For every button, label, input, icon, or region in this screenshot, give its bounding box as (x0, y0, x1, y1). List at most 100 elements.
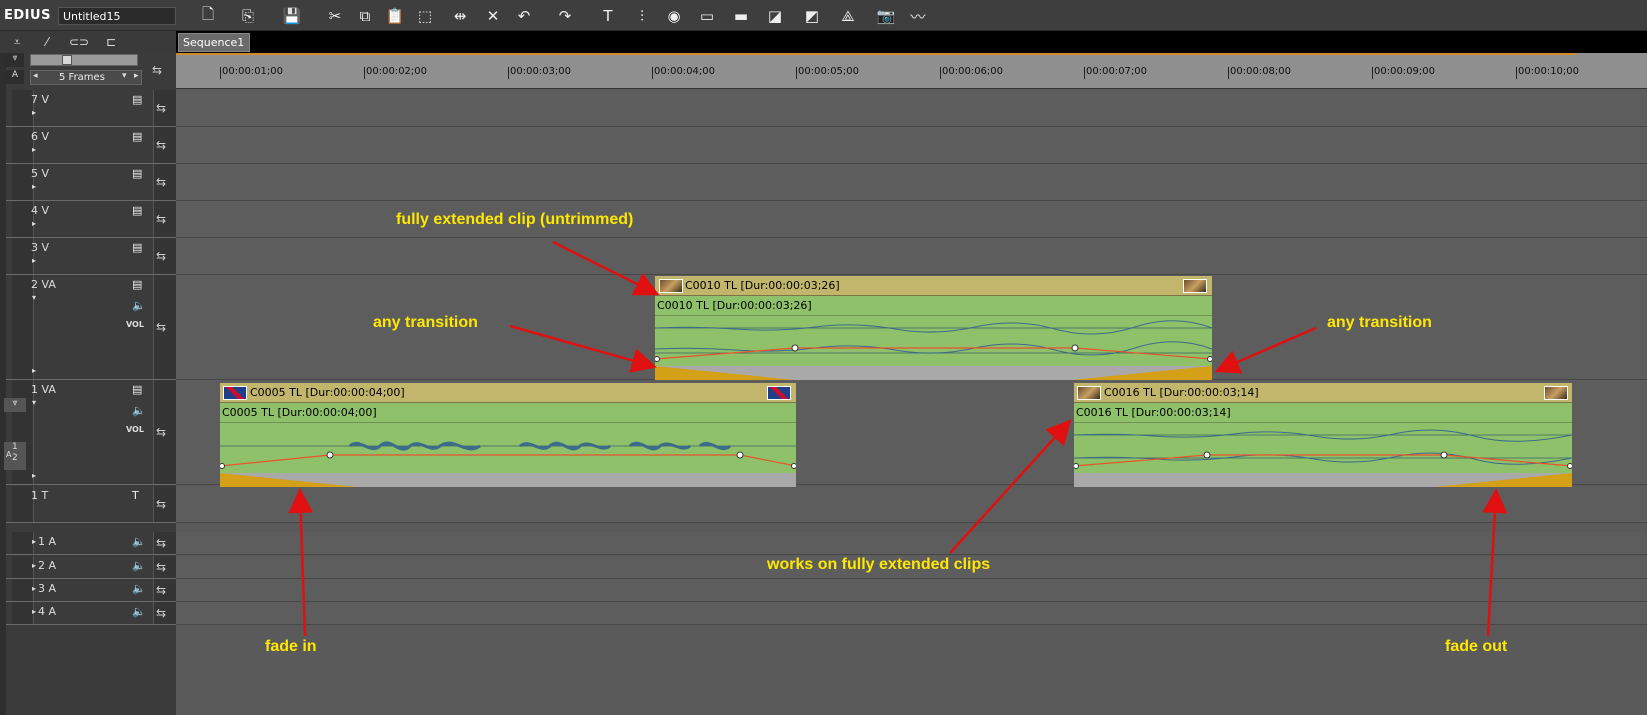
clip-c0010[interactable]: C0010 TL [Dur:00:00:03;26] C0010 TL [Dur… (655, 276, 1212, 380)
speaker-icon[interactable]: 🔈 (132, 582, 146, 595)
redo-icon[interactable]: ↷ (550, 4, 580, 28)
sync-lock-icon[interactable]: ⇆ (156, 425, 166, 439)
transition-marks[interactable] (220, 473, 796, 487)
expand-icon[interactable]: ▸ (32, 145, 36, 154)
track-lane[interactable] (176, 532, 1647, 555)
mixer-strip[interactable] (220, 473, 796, 487)
volume-label[interactable]: VOL (126, 320, 144, 329)
save-icon[interactable]: 💾 (277, 4, 307, 28)
title-track-icon[interactable]: T (132, 489, 139, 502)
track-header-4a[interactable]: 4 A ▸ 🔈 ⇆ (6, 602, 182, 625)
render-icon[interactable]: ▭ (692, 4, 722, 28)
ripple-delete-icon[interactable]: ⇹ (445, 4, 475, 28)
zoom-left-icon[interactable]: ◂ (33, 71, 38, 81)
sync-lock-icon[interactable]: ⇆ (156, 175, 166, 189)
track-header-2a[interactable]: 2 A ▸ 🔈 ⇆ (6, 556, 182, 579)
paste-icon[interactable]: 📋 (380, 4, 410, 28)
track-header-1t[interactable]: 1 T T ⇆ (6, 486, 182, 523)
expand-icon[interactable]: ▸ (32, 537, 36, 546)
expand-icon[interactable]: ▸ (32, 256, 36, 265)
transition-marks[interactable] (655, 366, 1212, 380)
clip-c0005[interactable]: C0005 TL [Dur:00:00:04;00] C0005 TL [Dur… (220, 383, 796, 487)
chevron-down-icon[interactable]: ▾ (122, 71, 127, 81)
expand-icon[interactable]: ▸ (32, 584, 36, 593)
speaker-icon[interactable]: 🔈 (132, 559, 146, 572)
clip-body[interactable]: C0005 TL [Dur:00:00:04;00] (220, 403, 796, 473)
split-icon[interactable]: ⁄ (34, 33, 60, 51)
film-icon[interactable]: ▤ (132, 278, 142, 291)
expand-icon[interactable]: ▸ (32, 108, 36, 117)
track-select-column[interactable] (12, 602, 34, 624)
mixer-strip[interactable] (655, 366, 1212, 380)
film-icon[interactable]: ▤ (132, 130, 142, 143)
clip-c0016[interactable]: C0016 TL [Dur:00:00:03;14] C0016 TL [Dur… (1074, 383, 1572, 487)
expand-icon[interactable]: ▸ (32, 182, 36, 191)
delete-icon[interactable]: ✕ (478, 4, 508, 28)
expand-icon[interactable]: ▾ (32, 293, 36, 302)
video-patch-icon[interactable]: ⩔ (4, 398, 26, 412)
track-lane[interactable] (176, 90, 1647, 127)
project-name-field[interactable]: Untitled15 (58, 7, 176, 25)
sync-lock-icon[interactable]: ⇆ (156, 101, 166, 115)
marker-icon[interactable]: ▬ (726, 4, 756, 28)
zoom-slider[interactable] (30, 54, 138, 66)
track-lane[interactable] (176, 127, 1647, 164)
sync-lock-icon[interactable]: ⇆ (156, 212, 166, 226)
film-icon[interactable]: ▤ (132, 167, 142, 180)
sync-lock-icon[interactable]: ⇆ (156, 536, 166, 550)
expand-icon[interactable]: ▸ (32, 471, 36, 480)
clip-body[interactable]: C0010 TL [Dur:00:00:03;26] (655, 296, 1212, 366)
snapshot-icon[interactable]: 📷 (871, 4, 901, 28)
zoom-right-icon[interactable]: ▸ (134, 71, 139, 81)
export-icon[interactable]: ◩ (797, 4, 827, 28)
cut-icon[interactable]: ✂ (320, 4, 350, 28)
sync-lock-icon[interactable]: ⇆ (156, 249, 166, 263)
track-header-1a[interactable]: 1 A ▸ 🔈 ⇆ (6, 532, 182, 555)
expand-icon[interactable]: ▸ (32, 219, 36, 228)
track-header-7v[interactable]: 7 V ▤ ⇆ ▸ (6, 90, 182, 127)
expand-icon[interactable]: ▾ (32, 398, 36, 407)
speaker-icon[interactable]: 🔈 (132, 404, 146, 417)
track-header-3v[interactable]: 3 V ▤ ⇆ ▸ (6, 238, 182, 275)
track-add-icon[interactable]: ⩡ (4, 33, 30, 51)
speaker-icon[interactable]: 🔈 (132, 605, 146, 618)
waveform-icon[interactable]: 〰 (903, 4, 933, 28)
trim-icon[interactable]: ◪ (760, 4, 790, 28)
sync-all-icon[interactable]: ⇆ (152, 63, 162, 77)
color-icon[interactable]: ◉ (659, 4, 689, 28)
film-icon[interactable]: ▤ (132, 383, 142, 396)
sync-lock-icon[interactable]: ⇆ (156, 560, 166, 574)
track-header-5v[interactable]: 5 V ▤ ⇆ ▸ (6, 164, 182, 201)
sync-lock-icon[interactable]: ⇆ (156, 497, 166, 511)
group-icon[interactable]: ⊏ (98, 33, 124, 51)
copy-icon[interactable]: ⧉ (350, 4, 380, 28)
collapse-all-icon[interactable]: ⩔ (6, 53, 24, 67)
track-lane[interactable] (176, 602, 1647, 625)
track-header-4v[interactable]: 4 V ▤ ⇆ ▸ (6, 201, 182, 238)
track-select-column[interactable] (12, 532, 34, 554)
effects-icon[interactable]: ⟁ (833, 4, 863, 28)
zoom-select[interactable]: ◂ 5 Frames ▾ ▸ (30, 70, 142, 85)
lock-icon[interactable]: A (6, 70, 24, 84)
track-header-3a[interactable]: 3 A ▸ 🔈 ⇆ (6, 579, 182, 602)
sync-lock-icon[interactable]: ⇆ (156, 320, 166, 334)
track-select-column[interactable] (12, 579, 34, 601)
sync-lock-icon[interactable]: ⇆ (156, 606, 166, 620)
speaker-icon[interactable]: 🔈 (132, 299, 146, 312)
track-header-2va[interactable]: 2 VA ▤ ⇆ ▾ 🔈 VOL ▸ (6, 275, 182, 380)
clip-body[interactable]: C0016 TL [Dur:00:00:03;14] (1074, 403, 1572, 473)
track-header-6v[interactable]: 6 V ▤ ⇆ ▸ (6, 127, 182, 164)
expand-icon[interactable]: ▸ (32, 607, 36, 616)
undo-icon[interactable]: ↶ (509, 4, 539, 28)
sync-lock-icon[interactable]: ⇆ (156, 583, 166, 597)
expand-icon[interactable]: ▸ (32, 561, 36, 570)
film-icon[interactable]: ▤ (132, 241, 142, 254)
track-header-1va[interactable]: 1 VA ▤ ⇆ ▾ 🔈 VOL ▸ 1 2 A ⩔ (4, 380, 182, 485)
title-icon[interactable]: T (593, 4, 623, 28)
transition-marks[interactable] (1074, 473, 1572, 487)
track-lane[interactable] (176, 164, 1647, 201)
speaker-icon[interactable]: 🔈 (132, 535, 146, 548)
new-icon[interactable]: 🗋 (193, 4, 223, 28)
sync-lock-icon[interactable]: ⇆ (156, 138, 166, 152)
volume-label[interactable]: VOL (126, 425, 144, 434)
